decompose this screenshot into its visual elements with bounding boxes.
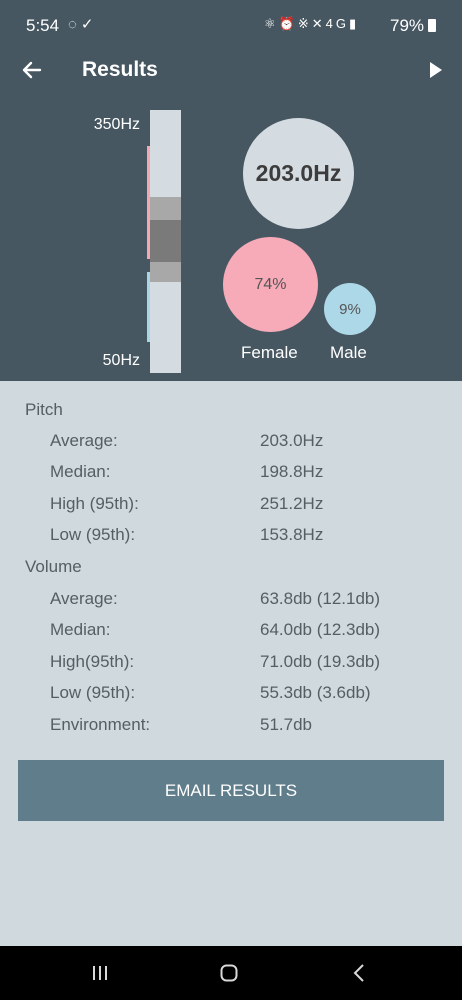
check-circle-icon: ✓ [80, 16, 98, 33]
volume-heading: Volume [25, 557, 82, 576]
scale-bottom-label: 50Hz [102, 352, 140, 369]
female-label: Female [241, 343, 298, 362]
recent-apps-icon[interactable] [91, 965, 109, 981]
status-left-icons: ◌✓ [68, 15, 98, 33]
female-percent: 74% [254, 275, 287, 293]
bluetooth-icon: ※ [297, 16, 312, 31]
pitch-median-value: 198.8Hz [260, 462, 324, 481]
signal-icon: ▮ [349, 16, 360, 31]
pitch-average-label: Average: [50, 431, 118, 450]
status-bar: 5:54 ◌✓ ⚛⏰※✕4G▮ 79% [0, 0, 462, 50]
pitch-high-value: 251.2Hz [260, 494, 324, 513]
pitch-heading: Pitch [25, 400, 63, 419]
home-icon[interactable] [220, 964, 238, 982]
volume-average-value: 63.8db (12.1db) [260, 589, 381, 608]
play-icon[interactable] [428, 60, 444, 80]
pitch-average-value: 203.0Hz [260, 431, 324, 450]
page-title: Results [82, 58, 158, 81]
average-pitch-value: 203.0Hz [255, 160, 342, 186]
pitch-low-value: 153.8Hz [260, 525, 324, 544]
volume-average-label: Average: [50, 589, 118, 608]
volume-environment-value: 51.7db [260, 715, 312, 734]
mute-icon: ✕ [311, 16, 326, 31]
pitch-high-label: High (95th): [50, 494, 139, 513]
4g-icon: 4G [325, 16, 349, 31]
male-percent: 9% [339, 300, 361, 318]
volume-high-label: High(95th): [50, 652, 135, 671]
app-bar: Results [0, 50, 462, 90]
volume-environment-label: Environment: [50, 715, 151, 734]
alarm-icon: ⏰ [278, 16, 298, 31]
volume-median-value: 64.0db (12.3db) [260, 620, 381, 639]
pitch-core-band [150, 220, 181, 262]
status-right-icons: ⚛⏰※✕4G▮ [264, 16, 359, 32]
volume-low-label: Low (95th): [50, 683, 136, 702]
volume-median-label: Median: [50, 620, 111, 639]
male-range-indicator [147, 272, 150, 342]
game-controller-icon: ◌ [68, 16, 81, 33]
volume-low-value: 55.3db (3.6db) [260, 683, 371, 702]
female-range-indicator [147, 146, 150, 259]
email-results-button[interactable]: EMAIL RESULTS [18, 760, 444, 821]
scale-top-label: 350Hz [93, 116, 140, 133]
male-label: Male [330, 343, 367, 362]
volume-high-value: 71.0db (19.3db) [260, 652, 381, 671]
pitch-low-label: Low (95th): [50, 525, 136, 544]
system-navigation-bar [0, 946, 462, 1000]
status-time: 5:54 [26, 16, 60, 35]
average-pitch-circle: 203.0Hz [243, 118, 354, 229]
back-arrow-icon[interactable] [20, 58, 44, 82]
male-circle: 9% [324, 283, 376, 335]
pitch-median-label: Median: [50, 462, 111, 481]
key-icon: ⚛ [264, 16, 279, 31]
battery-icon [428, 19, 436, 32]
system-back-icon[interactable] [352, 963, 366, 983]
battery-percent: 79% [390, 16, 425, 35]
female-circle: 74% [223, 237, 318, 332]
